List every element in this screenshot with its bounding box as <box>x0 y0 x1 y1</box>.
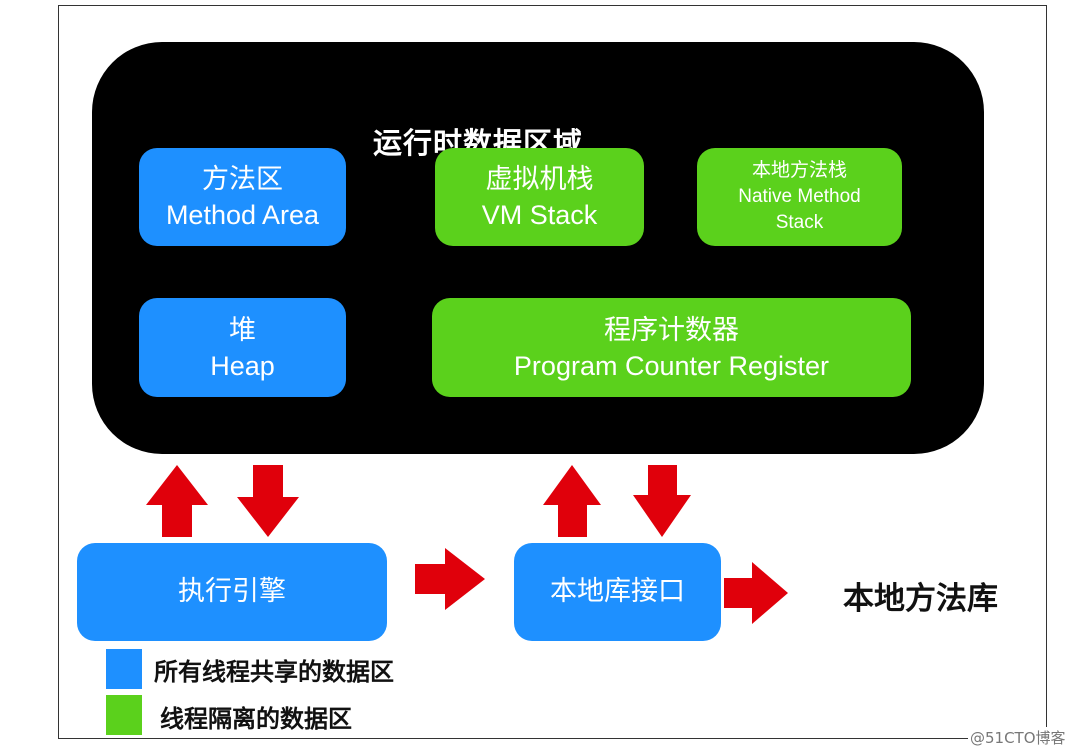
heap-box: 堆 Heap <box>139 298 346 397</box>
execution-engine-box: 执行引擎 <box>77 543 387 641</box>
execution-engine-label: 执行引擎 <box>178 576 286 607</box>
method-area-en: Method Area <box>165 200 320 230</box>
vm-stack-en: VM Stack <box>481 200 598 230</box>
method-area-box: 方法区 Method Area <box>139 148 346 246</box>
legend-shared-label: 所有线程共享的数据区 <box>154 658 394 686</box>
arrow-up-icon <box>543 465 601 537</box>
legend-shared-swatch <box>106 649 142 689</box>
vm-stack-box: 虚拟机栈 VM Stack <box>435 148 644 246</box>
native-method-library-label: 本地方法库 <box>843 581 998 617</box>
legend-isolated-label: 线程隔离的数据区 <box>160 705 352 733</box>
method-area-zh: 方法区 <box>202 164 283 194</box>
legend-isolated-swatch <box>106 695 142 735</box>
arrow-down-icon <box>633 465 691 537</box>
arrow-right-icon <box>415 548 485 610</box>
arrow-down-icon <box>237 465 299 537</box>
watermark: @51CTO博客 <box>968 727 1068 748</box>
heap-zh: 堆 <box>229 314 256 345</box>
arrow-right-icon <box>724 562 788 624</box>
arrow-up-icon <box>146 465 208 537</box>
pc-register-en: Program Counter Register <box>513 350 830 381</box>
native-method-stack-box: 本地方法栈 Native Method Stack <box>697 148 902 246</box>
native-method-stack-en1: Native Method <box>738 186 861 207</box>
native-interface-box: 本地库接口 <box>514 543 721 641</box>
native-interface-label: 本地库接口 <box>550 576 685 607</box>
heap-en: Heap <box>210 350 275 381</box>
vm-stack-zh: 虚拟机栈 <box>485 164 594 194</box>
native-method-stack-en2: Stack <box>775 212 824 233</box>
pc-register-box: 程序计数器 Program Counter Register <box>432 298 911 397</box>
pc-register-zh: 程序计数器 <box>604 314 739 345</box>
native-method-stack-zh: 本地方法栈 <box>751 160 847 181</box>
